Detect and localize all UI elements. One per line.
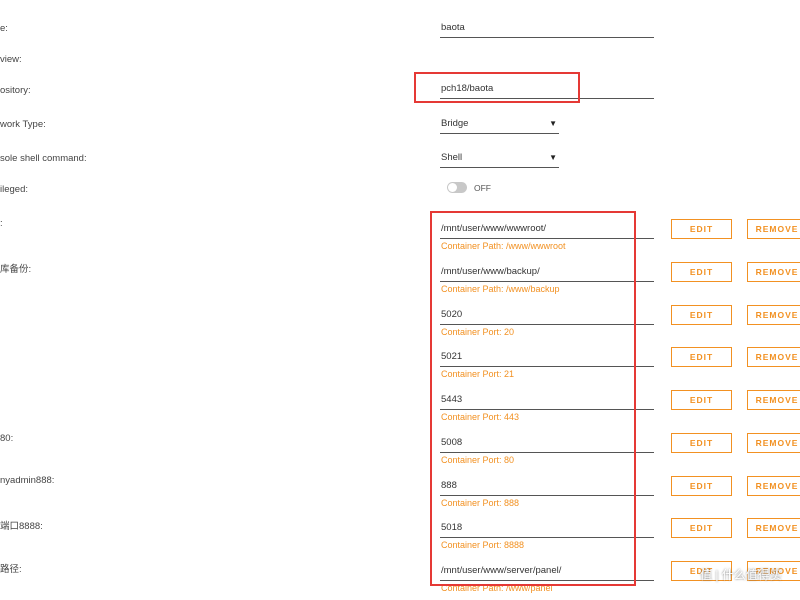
repository-highlight (414, 72, 580, 103)
edit-button[interactable]: EDIT (671, 476, 732, 496)
label-path-1: : (0, 218, 3, 229)
privileged-state: OFF (474, 183, 491, 193)
remove-button[interactable]: REMOVE (747, 390, 800, 410)
watermark: 值 | 什么值得买 (700, 568, 782, 582)
remove-button[interactable]: REMOVE (747, 518, 800, 538)
remove-button[interactable]: REMOVE (747, 476, 800, 496)
privileged-toggle[interactable] (447, 182, 467, 193)
toggle-knob (448, 183, 457, 192)
console-shell-value: Shell (441, 152, 463, 163)
label-port-80: 80: (0, 433, 14, 444)
remove-button[interactable]: REMOVE (747, 347, 800, 367)
network-type-select[interactable]: Bridge ▼ (440, 116, 559, 134)
network-type-value: Bridge (441, 118, 469, 129)
label-repository: ository: (0, 85, 31, 96)
edit-button[interactable]: EDIT (671, 347, 732, 367)
label-port-888: nyadmin888: (0, 475, 55, 486)
label-overview: view: (0, 54, 22, 65)
mappings-highlight (430, 211, 636, 586)
label-path-panel: 路径: (0, 564, 22, 575)
caret-down-icon: ▼ (549, 153, 557, 162)
label-privileged: ileged: (0, 184, 28, 195)
remove-button[interactable]: REMOVE (747, 305, 800, 325)
remove-button[interactable]: REMOVE (747, 219, 800, 239)
edit-button[interactable]: EDIT (671, 433, 732, 453)
label-network-type: work Type: (0, 119, 46, 130)
edit-button[interactable]: EDIT (671, 219, 732, 239)
edit-button[interactable]: EDIT (671, 262, 732, 282)
caret-down-icon: ▼ (549, 119, 557, 128)
label-port-8888: 端口8888: (0, 521, 43, 532)
label-path-2: 库备份: (0, 264, 32, 275)
edit-button[interactable]: EDIT (671, 305, 732, 325)
label-name: e: (0, 23, 8, 34)
remove-button[interactable]: REMOVE (747, 262, 800, 282)
edit-button[interactable]: EDIT (671, 518, 732, 538)
label-console-shell: sole shell command: (0, 153, 87, 164)
remove-button[interactable]: REMOVE (747, 433, 800, 453)
console-shell-select[interactable]: Shell ▼ (440, 150, 559, 168)
name-value: baota (441, 22, 465, 33)
edit-button[interactable]: EDIT (671, 390, 732, 410)
name-field[interactable]: baota (440, 20, 654, 38)
